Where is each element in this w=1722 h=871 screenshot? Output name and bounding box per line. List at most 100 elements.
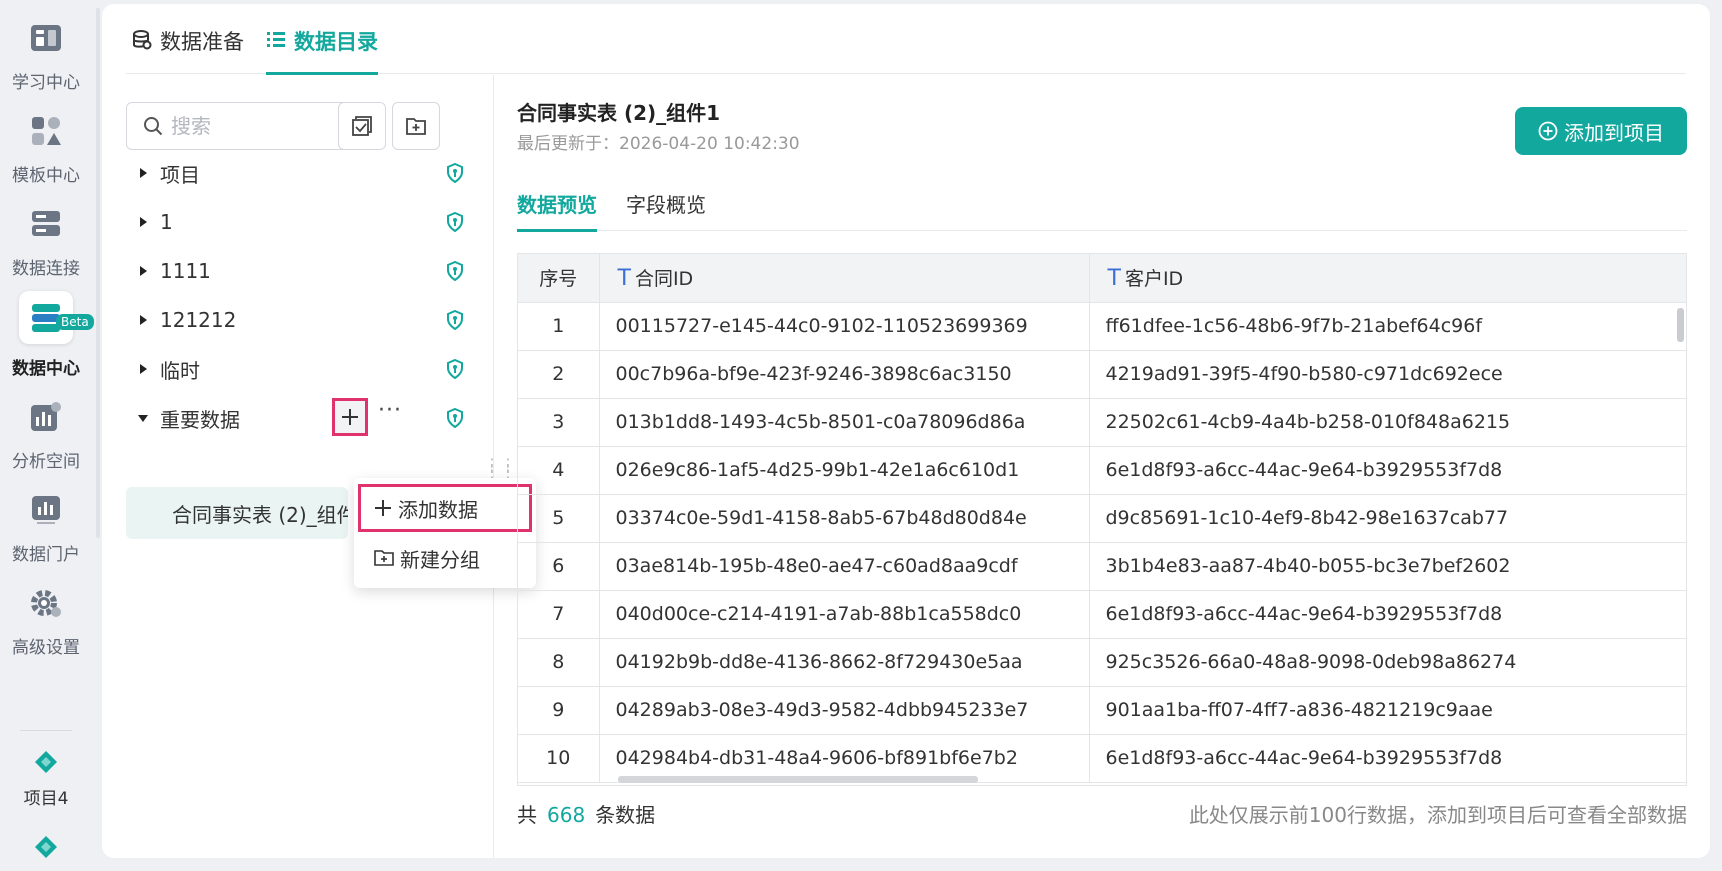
rail-item-templates[interactable]: 模板中心 (0, 93, 92, 193)
table-cell: 4219ad91-39f5-4f90-b580-c971dc692ece (1089, 350, 1686, 399)
rail-item-project[interactable]: 项目4 (0, 750, 92, 809)
tab-data-catalog[interactable]: 数据目录 (266, 26, 378, 75)
caret-right-icon[interactable] (126, 216, 160, 228)
caret-right-icon[interactable] (126, 314, 160, 326)
tab-label: 数据目录 (294, 30, 378, 54)
tree-item[interactable]: 1111 (126, 247, 470, 295)
table-row[interactable]: 8 04192b9b-dd8e-4136-8662-8f729430e5aa 925… (518, 638, 1686, 687)
rail-label: 数据门户 (12, 545, 80, 565)
table-cell: 04289ab3-08e3-49d3-9582-4dbb945233e7 (599, 686, 1090, 735)
last-updated: 最后更新于：2026-04-20 10:42:30 (517, 134, 800, 154)
tab-data-prep[interactable]: 数据准备 (132, 26, 244, 74)
table-row[interactable]: 10 042984b4-db31-48a4-9606-bf891bf6e7b2 6e… (518, 734, 1686, 783)
search-box[interactable] (126, 102, 348, 150)
table-body: 1 00115727-e145-44c0-9102-110523699369 ff6… (518, 302, 1686, 783)
caret-right-icon[interactable] (126, 167, 160, 179)
table-row[interactable]: 4 026e9c86-1af5-4d25-99b1-42e1a6c610d1 6e1… (518, 446, 1686, 495)
more-options-icon[interactable]: ··· (378, 398, 402, 423)
tree-item-label: 121212 (160, 308, 237, 332)
vertical-scrollbar[interactable] (1677, 308, 1684, 342)
table-cell: 4 (518, 446, 600, 495)
table-row[interactable]: 5 03374c0e-59d1-4158-8ab5-67b48d80d84e d9c… (518, 494, 1686, 543)
table-row[interactable]: 1 00115727-e145-44c0-9102-110523699369 ff6… (518, 302, 1686, 351)
table-cell: ff61dfee-1c56-48b6-9f7b-21abef64c96f (1089, 302, 1686, 351)
column-header[interactable]: T 合同ID (599, 254, 1090, 303)
new-folder-button[interactable] (392, 102, 440, 150)
catalog-tree-panel: 项目 1 1111 121212 临时 重要数据 ··· (102, 75, 516, 858)
tree-item-label: 1111 (160, 259, 211, 283)
tree-item-expanded[interactable]: 重要数据 ··· (126, 394, 470, 442)
nav-rail: 学习中心 模板中心 数据连接 数据中心 Beta 分析空间 数据门户 高级设置 … (0, 0, 94, 871)
add-to-project-button[interactable]: 添加到项目 (1515, 107, 1687, 155)
row-count-value: 668 (547, 803, 586, 827)
rail-item-portal[interactable]: 数据门户 (0, 486, 92, 586)
folder-add-icon (374, 550, 394, 566)
rail-item-learning[interactable]: 学习中心 (0, 0, 92, 100)
rail-item-settings[interactable]: 高级设置 (0, 579, 92, 679)
menu-item-new-group[interactable]: 新建分组 (358, 534, 532, 582)
rail-label: 分析空间 (12, 452, 80, 472)
horizontal-scrollbar[interactable] (618, 776, 978, 783)
tree-leaf-dataset[interactable]: 合同事实表 (2)_组件1 (126, 487, 348, 539)
row-count-suffix: 条数据 (595, 803, 656, 827)
row-count-prefix: 共 (517, 803, 537, 827)
column-header[interactable]: T 客户ID (1089, 254, 1686, 303)
preview-table: 序号 T 合同ID T 客户ID 1 00115727-e145-44c0-9102-… (517, 253, 1687, 786)
table-row[interactable]: 2 00c7b96a-bf9e-423f-9246-3898c6ac3150 421… (518, 350, 1686, 399)
table-cell: 03ae814b-195b-48e0-ae47-c60ad8aa9cdf (599, 542, 1090, 591)
rail-item-analysis[interactable]: 分析空间 (0, 393, 92, 493)
table-row[interactable]: 6 03ae814b-195b-48e0-ae47-c60ad8aa9cdf 3b1… (518, 542, 1686, 591)
table-cell: 6e1d8f93-a6cc-44ac-9e64-b3929553f7d8 (1089, 590, 1686, 639)
rail-item-data-connect[interactable]: 数据连接 (0, 186, 92, 286)
search-input[interactable] (171, 114, 331, 138)
menu-item-label: 新建分组 (400, 547, 480, 572)
table-row[interactable]: 7 040d00ce-c214-4191-a7ab-88b1ca558dc0 6e1… (518, 590, 1686, 639)
dataset-detail: 合同事实表 (2)_组件1 最后更新于：2026-04-20 10:42:30 … (517, 75, 1687, 858)
tree-item[interactable]: 项目 (126, 149, 470, 197)
tree-item[interactable]: 121212 (126, 296, 470, 344)
caret-down-icon[interactable] (126, 413, 160, 423)
tree-item[interactable]: 1 (126, 198, 470, 246)
row-count: 共 668 条数据 (517, 799, 655, 828)
tab-field-overview[interactable]: 字段概览 (626, 189, 706, 231)
beta-badge: Beta (56, 314, 94, 330)
plus-icon (375, 500, 391, 516)
table-cell: 03374c0e-59d1-4158-8ab5-67b48d80d84e (599, 494, 1090, 543)
table-cell: d9c85691-1c10-4ef9-8b42-98e1637cab77 (1089, 494, 1686, 543)
plus-icon (342, 409, 358, 425)
analysis-icon (26, 397, 66, 437)
tab-data-preview[interactable]: 数据预览 (517, 189, 597, 232)
text-type-icon: T (617, 266, 631, 292)
main-panel: 数据准备 数据目录 项目 1 1111 (102, 4, 1710, 858)
tree-item-label: 1 (160, 210, 173, 234)
table-cell: 040d00ce-c214-4191-a7ab-88b1ca558dc0 (599, 590, 1090, 639)
shield-icon (446, 309, 464, 334)
template-icon (26, 111, 66, 151)
caret-right-icon[interactable] (126, 265, 160, 277)
menu-item-add-data[interactable]: 添加数据 (358, 484, 532, 532)
add-child-button[interactable] (332, 398, 368, 436)
rail-item-project-2[interactable] (0, 835, 92, 863)
table-row[interactable]: 9 04289ab3-08e3-49d3-9582-4dbb945233e7 901… (518, 686, 1686, 735)
gear-icon (26, 583, 66, 623)
panel-resize-handle[interactable]: ⋮⋮ ⋮⋮ (484, 457, 516, 480)
tree-item[interactable]: 临时 (126, 345, 470, 393)
table-cell: 00c7b96a-bf9e-423f-9246-3898c6ac3150 (599, 350, 1090, 399)
project-label: 项目4 (23, 789, 69, 809)
table-cell: 00115727-e145-44c0-9102-110523699369 (599, 302, 1090, 351)
batch-select-button[interactable] (338, 102, 386, 150)
table-cell: 6e1d8f93-a6cc-44ac-9e64-b3929553f7d8 (1089, 446, 1686, 495)
table-cell: 042984b4-db31-48a4-9606-bf891bf6e7b2 (599, 734, 1090, 783)
caret-right-icon[interactable] (126, 363, 160, 375)
search-icon (144, 117, 163, 136)
tree-item-label: 项目 (160, 162, 200, 187)
database-connect-icon (26, 204, 66, 244)
tree-item-label: 临时 (160, 358, 200, 383)
table-row[interactable]: 3 013b1dd8-1493-4c5b-8501-c0a78096d86a 225… (518, 398, 1686, 447)
table-cell: 925c3526-66a0-48a8-9098-0deb98a86274 (1089, 638, 1686, 687)
rail-divider (20, 730, 72, 731)
table-cell: 3 (518, 398, 600, 447)
shield-icon (446, 358, 464, 383)
shield-icon (446, 162, 464, 187)
rail-scrollbar[interactable] (96, 8, 100, 538)
